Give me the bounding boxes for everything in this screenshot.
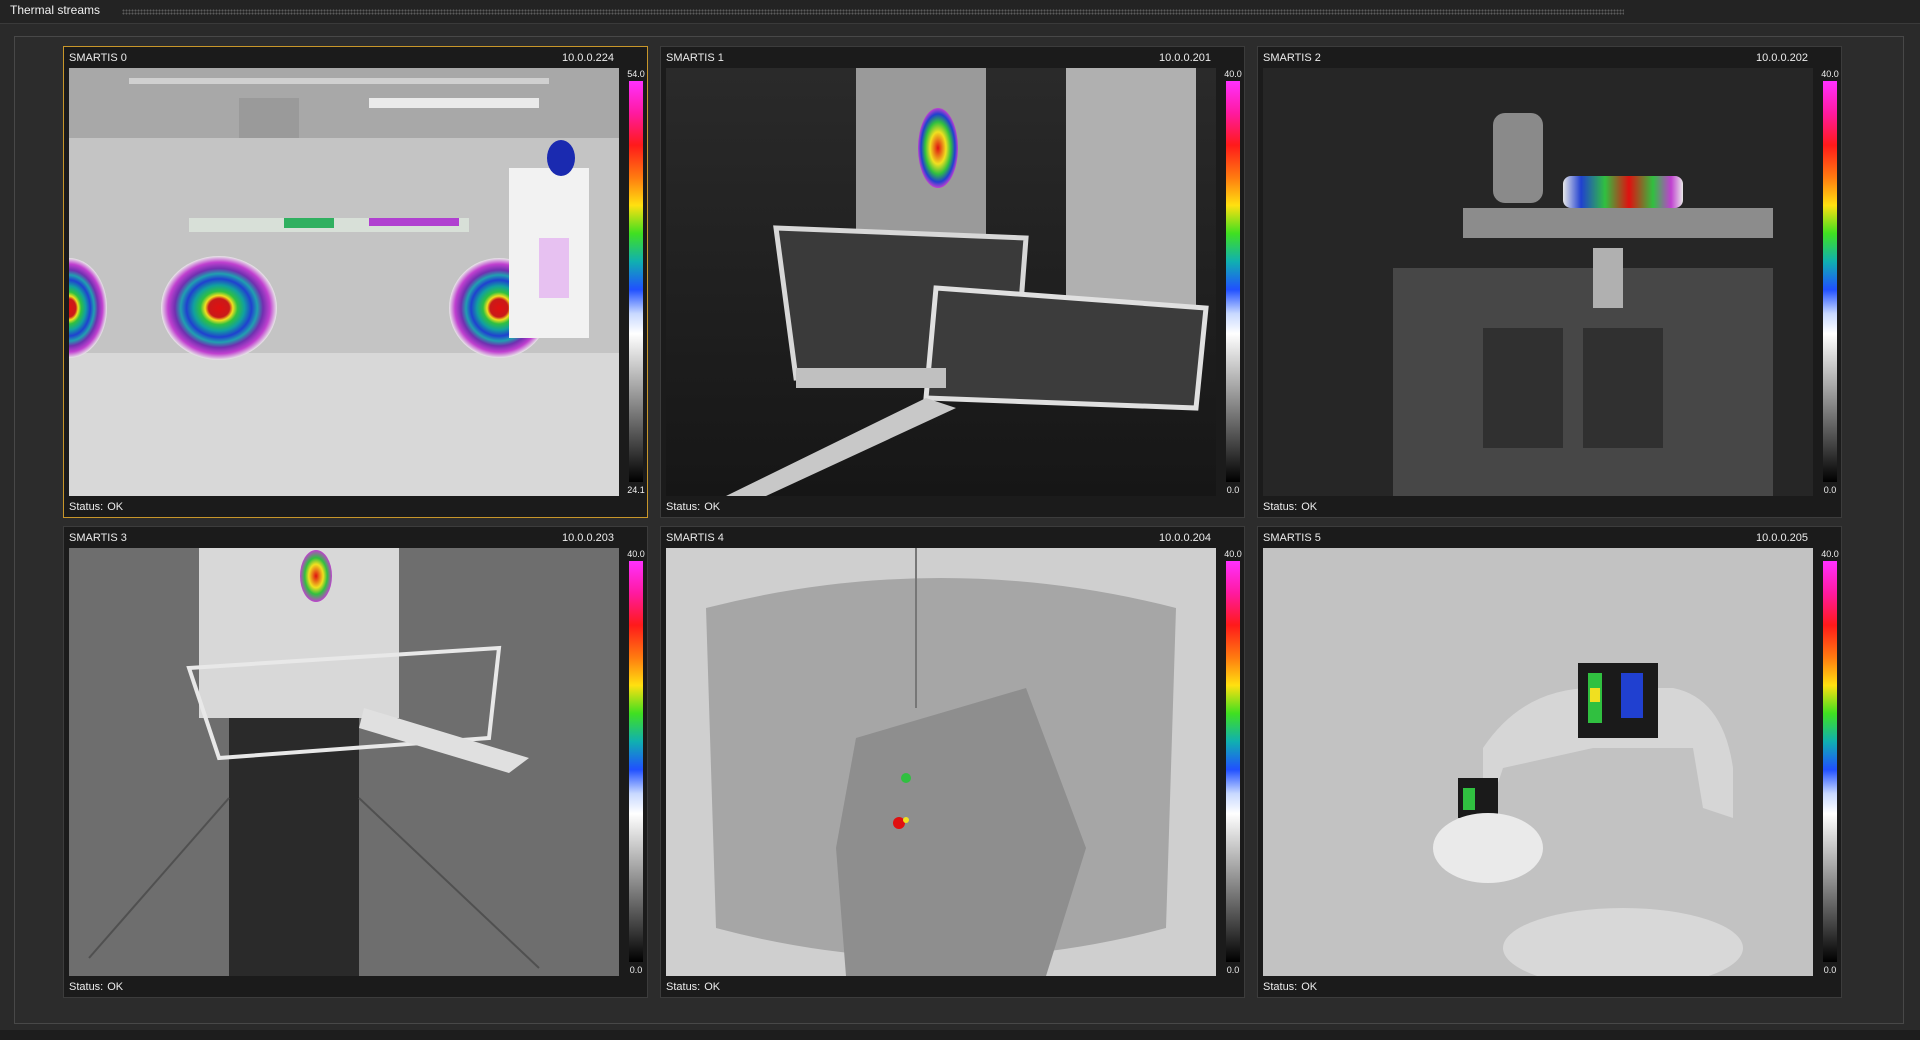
temperature-scale: 40.0 0.0 xyxy=(1819,68,1841,496)
thermal-image xyxy=(1263,548,1813,976)
scale-max-label: 40.0 xyxy=(1224,69,1242,79)
status-value: OK xyxy=(107,981,124,993)
temperature-scale: 54.0 24.1 xyxy=(625,68,647,496)
thermal-feed[interactable] xyxy=(1263,548,1813,976)
thermal-image xyxy=(666,548,1216,976)
camera-status: Status: OK xyxy=(69,501,123,513)
thermal-feed[interactable] xyxy=(69,548,619,976)
camera-ip: 10.0.0.204 xyxy=(1159,532,1211,544)
window-titlebar[interactable]: Thermal streams xyxy=(0,0,1920,24)
color-scale-bar xyxy=(1226,561,1240,962)
status-label: Status: xyxy=(666,501,701,513)
thermal-image xyxy=(69,548,619,976)
thermal-image xyxy=(666,68,1216,496)
scale-max-label: 40.0 xyxy=(1821,549,1839,559)
status-label: Status: xyxy=(69,501,104,513)
status-value: OK xyxy=(107,501,124,513)
scale-min-label: 24.1 xyxy=(627,485,645,495)
camera-ip: 10.0.0.224 xyxy=(562,52,614,64)
scale-max-label: 40.0 xyxy=(627,549,645,559)
window-title: Thermal streams xyxy=(10,3,101,17)
status-label: Status: xyxy=(1263,981,1298,993)
scale-min-label: 0.0 xyxy=(1823,485,1837,495)
temperature-scale: 40.0 0.0 xyxy=(1819,548,1841,976)
scale-min-label: 0.0 xyxy=(1823,965,1837,975)
camera-status: Status: OK xyxy=(666,981,720,993)
camera-name: SMARTIS 2 xyxy=(1263,52,1321,64)
camera-panel-smartis-3[interactable]: SMARTIS 3 10.0.0.203 40.0 0.0 Status: OK xyxy=(63,526,648,998)
status-value: OK xyxy=(1301,981,1318,993)
camera-status: Status: OK xyxy=(69,981,123,993)
status-value: OK xyxy=(1301,501,1318,513)
color-scale-bar xyxy=(1226,81,1240,482)
scale-max-label: 54.0 xyxy=(627,69,645,79)
thermal-image xyxy=(69,68,619,496)
camera-name: SMARTIS 5 xyxy=(1263,532,1321,544)
camera-ip: 10.0.0.202 xyxy=(1756,52,1808,64)
status-label: Status: xyxy=(666,981,701,993)
camera-panel-smartis-2[interactable]: SMARTIS 2 10.0.0.202 40.0 0.0 Status: OK xyxy=(1257,46,1842,518)
color-scale-bar xyxy=(1823,561,1837,962)
status-value: OK xyxy=(704,981,721,993)
thermal-image xyxy=(1263,68,1813,496)
camera-ip: 10.0.0.203 xyxy=(562,532,614,544)
thermal-feed[interactable] xyxy=(666,68,1216,496)
camera-status: Status: OK xyxy=(1263,981,1317,993)
camera-name: SMARTIS 1 xyxy=(666,52,724,64)
camera-panel-smartis-1[interactable]: SMARTIS 1 10.0.0.201 40.0 0.0 Status: OK xyxy=(660,46,1245,518)
camera-panel-smartis-4[interactable]: SMARTIS 4 10.0.0.204 40.0 0.0 Status: OK xyxy=(660,526,1245,998)
thermal-feed[interactable] xyxy=(1263,68,1813,496)
thermal-feed[interactable] xyxy=(666,548,1216,976)
camera-panel-smartis-0[interactable]: SMARTIS 0 10.0.0.224 54.0 24.1 Status: O… xyxy=(63,46,648,518)
camera-ip: 10.0.0.205 xyxy=(1756,532,1808,544)
scale-max-label: 40.0 xyxy=(1821,69,1839,79)
status-label: Status: xyxy=(1263,501,1298,513)
camera-ip: 10.0.0.201 xyxy=(1159,52,1211,64)
status-label: Status: xyxy=(69,981,104,993)
camera-panel-smartis-5[interactable]: SMARTIS 5 10.0.0.205 40.0 0.0 Status: OK xyxy=(1257,526,1842,998)
status-value: OK xyxy=(704,501,721,513)
temperature-scale: 40.0 0.0 xyxy=(1222,548,1244,976)
camera-name: SMARTIS 0 xyxy=(69,52,127,64)
color-scale-bar xyxy=(629,561,643,962)
scale-min-label: 0.0 xyxy=(1226,965,1240,975)
color-scale-bar xyxy=(1823,81,1837,482)
camera-name: SMARTIS 3 xyxy=(69,532,127,544)
color-scale-bar xyxy=(629,81,643,482)
bottom-bar xyxy=(0,1030,1920,1040)
scale-min-label: 0.0 xyxy=(629,965,643,975)
temperature-scale: 40.0 0.0 xyxy=(1222,68,1244,496)
scale-min-label: 0.0 xyxy=(1226,485,1240,495)
scale-max-label: 40.0 xyxy=(1224,549,1242,559)
titlebar-drag-grip[interactable] xyxy=(122,9,1624,15)
camera-status: Status: OK xyxy=(1263,501,1317,513)
camera-name: SMARTIS 4 xyxy=(666,532,724,544)
thermal-feed[interactable] xyxy=(69,68,619,496)
temperature-scale: 40.0 0.0 xyxy=(625,548,647,976)
camera-status: Status: OK xyxy=(666,501,720,513)
